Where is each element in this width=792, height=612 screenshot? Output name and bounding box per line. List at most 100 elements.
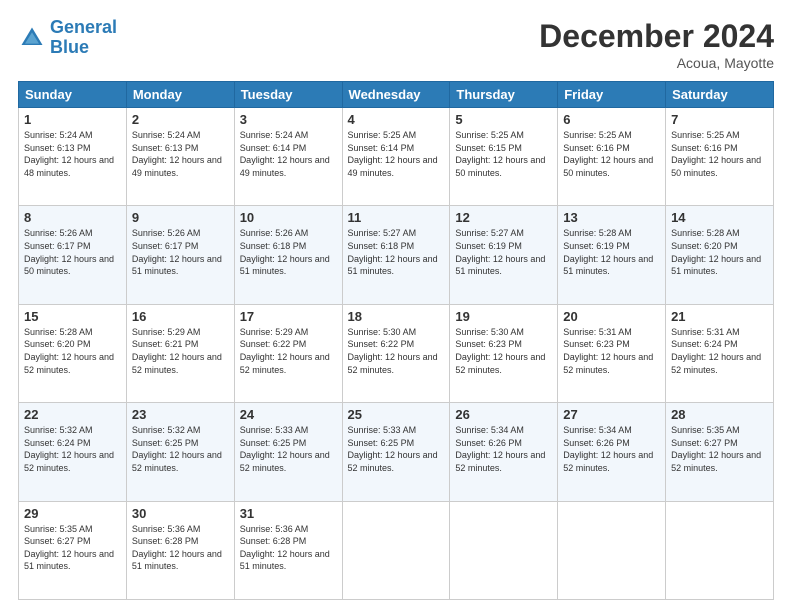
- day-number: 31: [240, 506, 337, 521]
- calendar-cell: [558, 501, 666, 599]
- calendar-cell: 21Sunrise: 5:31 AMSunset: 6:24 PMDayligh…: [666, 304, 774, 402]
- day-info: Sunrise: 5:29 AMSunset: 6:21 PMDaylight:…: [132, 326, 229, 376]
- calendar-cell: 30 Sunrise: 5:36 AMSunset: 6:28 PMDayligh…: [126, 501, 234, 599]
- day-info: Sunrise: 5:29 AMSunset: 6:22 PMDaylight:…: [240, 326, 337, 376]
- day-info: Sunrise: 5:33 AMSunset: 6:25 PMDaylight:…: [348, 424, 445, 474]
- calendar-table: SundayMondayTuesdayWednesdayThursdayFrid…: [18, 81, 774, 600]
- day-number: 25: [348, 407, 445, 422]
- calendar-cell: 2 Sunrise: 5:24 AMSunset: 6:13 PMDaylight…: [126, 108, 234, 206]
- day-info: Sunrise: 5:26 AMSunset: 6:17 PMDaylight:…: [132, 227, 229, 277]
- day-number: 4: [348, 112, 445, 127]
- day-number: 15: [24, 309, 121, 324]
- day-number: 2: [132, 112, 229, 127]
- header: General Blue December 2024 Acoua, Mayott…: [18, 18, 774, 71]
- day-number: 19: [455, 309, 552, 324]
- day-info: Sunrise: 5:36 AMSunset: 6:28 PMDaylight:…: [132, 523, 229, 573]
- day-number: 10: [240, 210, 337, 225]
- calendar-cell: 16 Sunrise: 5:29 AMSunset: 6:21 PMDayligh…: [126, 304, 234, 402]
- day-number: 17: [240, 309, 337, 324]
- calendar-cell: 24 Sunrise: 5:33 AMSunset: 6:25 PMDayligh…: [234, 403, 342, 501]
- day-header: Sunday: [19, 82, 127, 108]
- day-info: Sunrise: 5:25 AMSunset: 6:15 PMDaylight:…: [455, 129, 552, 179]
- day-header: Wednesday: [342, 82, 450, 108]
- month-title: December 2024: [539, 18, 774, 55]
- day-info: Sunrise: 5:32 AMSunset: 6:25 PMDaylight:…: [132, 424, 229, 474]
- day-info: Sunrise: 5:30 AMSunset: 6:22 PMDaylight:…: [348, 326, 445, 376]
- calendar-cell: 11 Sunrise: 5:27 AMSunset: 6:18 PMDayligh…: [342, 206, 450, 304]
- day-info: Sunrise: 5:28 AMSunset: 6:19 PMDaylight:…: [563, 227, 660, 277]
- day-info: Sunrise: 5:25 AMSunset: 6:14 PMDaylight:…: [348, 129, 445, 179]
- location: Acoua, Mayotte: [539, 55, 774, 71]
- calendar-cell: 3 Sunrise: 5:24 AMSunset: 6:14 PMDaylight…: [234, 108, 342, 206]
- calendar-cell: 29Sunrise: 5:35 AMSunset: 6:27 PMDayligh…: [19, 501, 127, 599]
- day-info: Sunrise: 5:31 AMSunset: 6:24 PMDaylight:…: [671, 326, 768, 376]
- page: General Blue December 2024 Acoua, Mayott…: [0, 0, 792, 612]
- title-block: December 2024 Acoua, Mayotte: [539, 18, 774, 71]
- day-info: Sunrise: 5:27 AMSunset: 6:18 PMDaylight:…: [348, 227, 445, 277]
- calendar-cell: 14 Sunrise: 5:28 AMSunset: 6:20 PMDayligh…: [666, 206, 774, 304]
- day-number: 18: [348, 309, 445, 324]
- calendar-cell: 6 Sunrise: 5:25 AMSunset: 6:16 PMDaylight…: [558, 108, 666, 206]
- logo-icon: [18, 24, 46, 52]
- logo: General Blue: [18, 18, 117, 58]
- day-info: Sunrise: 5:34 AMSunset: 6:26 PMDaylight:…: [563, 424, 660, 474]
- calendar-cell: 27 Sunrise: 5:34 AMSunset: 6:26 PMDayligh…: [558, 403, 666, 501]
- day-info: Sunrise: 5:34 AMSunset: 6:26 PMDaylight:…: [455, 424, 552, 474]
- day-info: Sunrise: 5:25 AMSunset: 6:16 PMDaylight:…: [563, 129, 660, 179]
- day-info: Sunrise: 5:26 AMSunset: 6:17 PMDaylight:…: [24, 227, 121, 277]
- calendar-cell: 19 Sunrise: 5:30 AMSunset: 6:23 PMDayligh…: [450, 304, 558, 402]
- day-header: Saturday: [666, 82, 774, 108]
- calendar-cell: 20Sunrise: 5:31 AMSunset: 6:23 PMDayligh…: [558, 304, 666, 402]
- calendar-cell: 10 Sunrise: 5:26 AMSunset: 6:18 PMDayligh…: [234, 206, 342, 304]
- day-info: Sunrise: 5:24 AMSunset: 6:13 PMDaylight:…: [132, 129, 229, 179]
- day-number: 23: [132, 407, 229, 422]
- day-number: 30: [132, 506, 229, 521]
- day-info: Sunrise: 5:26 AMSunset: 6:18 PMDaylight:…: [240, 227, 337, 277]
- logo-text: General Blue: [50, 18, 117, 58]
- day-number: 5: [455, 112, 552, 127]
- calendar-cell: 18 Sunrise: 5:30 AMSunset: 6:22 PMDayligh…: [342, 304, 450, 402]
- day-info: Sunrise: 5:28 AMSunset: 6:20 PMDaylight:…: [24, 326, 121, 376]
- day-number: 28: [671, 407, 768, 422]
- calendar-cell: [666, 501, 774, 599]
- calendar-cell: 7Sunrise: 5:25 AMSunset: 6:16 PMDaylight…: [666, 108, 774, 206]
- calendar-cell: [342, 501, 450, 599]
- calendar-cell: 26 Sunrise: 5:34 AMSunset: 6:26 PMDayligh…: [450, 403, 558, 501]
- calendar-cell: 23 Sunrise: 5:32 AMSunset: 6:25 PMDayligh…: [126, 403, 234, 501]
- day-header: Tuesday: [234, 82, 342, 108]
- day-number: 13: [563, 210, 660, 225]
- calendar-cell: 28 Sunrise: 5:35 AMSunset: 6:27 PMDayligh…: [666, 403, 774, 501]
- calendar-cell: 9 Sunrise: 5:26 AMSunset: 6:17 PMDaylight…: [126, 206, 234, 304]
- day-info: Sunrise: 5:30 AMSunset: 6:23 PMDaylight:…: [455, 326, 552, 376]
- day-number: 11: [348, 210, 445, 225]
- calendar-cell: 17 Sunrise: 5:29 AMSunset: 6:22 PMDayligh…: [234, 304, 342, 402]
- calendar-cell: 25 Sunrise: 5:33 AMSunset: 6:25 PMDayligh…: [342, 403, 450, 501]
- day-number: 6: [563, 112, 660, 127]
- day-info: Sunrise: 5:36 AMSunset: 6:28 PMDaylight:…: [240, 523, 337, 573]
- day-info: Sunrise: 5:24 AMSunset: 6:14 PMDaylight:…: [240, 129, 337, 179]
- day-number: 27: [563, 407, 660, 422]
- day-info: Sunrise: 5:27 AMSunset: 6:19 PMDaylight:…: [455, 227, 552, 277]
- calendar-cell: 4 Sunrise: 5:25 AMSunset: 6:14 PMDaylight…: [342, 108, 450, 206]
- day-number: 26: [455, 407, 552, 422]
- day-number: 7: [671, 112, 768, 127]
- day-number: 9: [132, 210, 229, 225]
- calendar-cell: 13 Sunrise: 5:28 AMSunset: 6:19 PMDayligh…: [558, 206, 666, 304]
- calendar-cell: [450, 501, 558, 599]
- day-header: Thursday: [450, 82, 558, 108]
- day-number: 29: [24, 506, 121, 521]
- day-info: Sunrise: 5:33 AMSunset: 6:25 PMDaylight:…: [240, 424, 337, 474]
- day-info: Sunrise: 5:32 AMSunset: 6:24 PMDaylight:…: [24, 424, 121, 474]
- calendar-cell: 12Sunrise: 5:27 AMSunset: 6:19 PMDayligh…: [450, 206, 558, 304]
- day-number: 14: [671, 210, 768, 225]
- calendar-cell: 31 Sunrise: 5:36 AMSunset: 6:28 PMDayligh…: [234, 501, 342, 599]
- day-number: 24: [240, 407, 337, 422]
- day-number: 1: [24, 112, 121, 127]
- day-info: Sunrise: 5:35 AMSunset: 6:27 PMDaylight:…: [671, 424, 768, 474]
- calendar-cell: 8Sunrise: 5:26 AMSunset: 6:17 PMDaylight…: [19, 206, 127, 304]
- calendar-cell: 1Sunrise: 5:24 AMSunset: 6:13 PMDaylight…: [19, 108, 127, 206]
- day-info: Sunrise: 5:28 AMSunset: 6:20 PMDaylight:…: [671, 227, 768, 277]
- calendar-cell: 15 Sunrise: 5:28 AMSunset: 6:20 PMDayligh…: [19, 304, 127, 402]
- day-number: 16: [132, 309, 229, 324]
- day-number: 3: [240, 112, 337, 127]
